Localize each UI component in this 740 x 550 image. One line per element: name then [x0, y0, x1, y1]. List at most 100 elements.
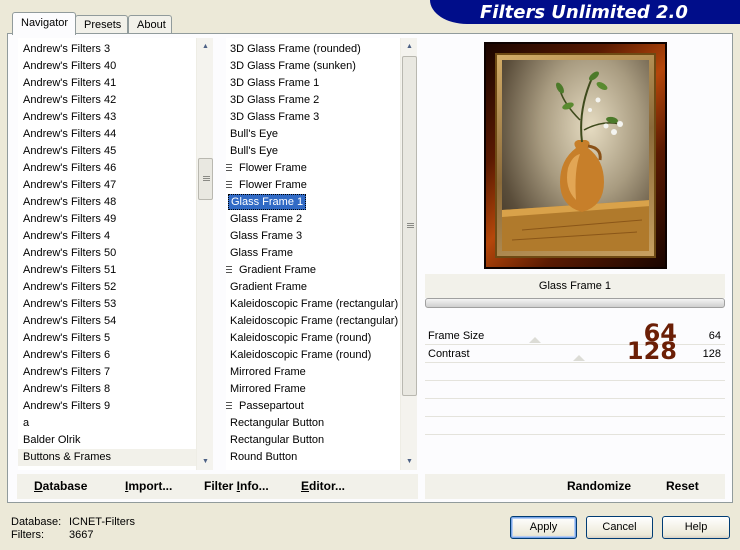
filter-item[interactable]: Gradient Frame: [226, 279, 400, 296]
preview-image: [484, 42, 667, 269]
param-value: 128: [702, 348, 721, 360]
category-item[interactable]: Andrew's Filters 47: [18, 177, 196, 194]
tab-navigator[interactable]: Navigator: [12, 12, 76, 35]
filter-list[interactable]: 3D Glass Frame (rounded) 3D Glass Frame (…: [226, 38, 417, 470]
category-item-label: Andrew's Filters 54: [23, 315, 117, 327]
category-item[interactable]: Andrew's Filters 52: [18, 279, 196, 296]
import-button[interactable]: Import...: [125, 479, 172, 493]
category-item[interactable]: Andrew's Filters 50: [18, 245, 196, 262]
filter-item[interactable]: 3D Glass Frame 2: [226, 92, 400, 109]
category-item[interactable]: Andrew's Filters 41: [18, 75, 196, 92]
filter-info-button[interactable]: Filter Info...: [204, 479, 269, 493]
filter-scrollbar[interactable]: ▲ ▼: [400, 38, 417, 470]
category-item[interactable]: Andrew's Filters 8: [18, 381, 196, 398]
param-row-contrast[interactable]: Contrast 128 128: [425, 339, 725, 363]
category-item[interactable]: Andrew's Filters 6: [18, 347, 196, 364]
filter-item-label: 3D Glass Frame 1: [230, 77, 320, 89]
category-item-label: Andrew's Filters 44: [23, 128, 117, 140]
category-item-label: Andrew's Filters 48: [23, 196, 117, 208]
category-item[interactable]: Andrew's Filters 42: [18, 92, 196, 109]
filter-item[interactable]: Glass Frame 2: [226, 211, 400, 228]
category-item[interactable]: Andrew's Filters 53: [18, 296, 196, 313]
app-title-banner: Filters Unlimited 2.0: [430, 0, 740, 24]
editor-button[interactable]: Editor...: [301, 479, 345, 493]
tab-presets[interactable]: Presets: [75, 15, 128, 34]
filter-item-label: 3D Glass Frame (sunken): [230, 60, 356, 72]
param-slider-thumb[interactable]: [572, 355, 585, 361]
category-item[interactable]: Andrew's Filters 43: [18, 109, 196, 126]
scroll-down-arrow-icon[interactable]: ▼: [197, 453, 213, 470]
apply-button[interactable]: Apply: [510, 516, 577, 539]
cancel-button[interactable]: Cancel: [586, 516, 653, 539]
filter-item[interactable]: Rectangular Button: [226, 415, 400, 432]
scroll-thumb[interactable]: [402, 56, 417, 396]
category-item[interactable]: Andrew's Filters 49: [18, 211, 196, 228]
preview-zoom-slider[interactable]: [425, 298, 725, 308]
category-scrollbar[interactable]: ▲ ▼: [196, 38, 213, 470]
filter-item[interactable]: Round Button: [226, 449, 400, 466]
database-button[interactable]: Database: [34, 479, 87, 493]
filter-item[interactable]: Mirrored Frame: [226, 381, 400, 398]
help-button[interactable]: Help: [662, 516, 730, 539]
reset-button[interactable]: Reset: [666, 479, 699, 493]
filter-item[interactable]: 3D Glass Frame 3: [226, 109, 400, 126]
category-item[interactable]: Buttons & Frames: [18, 449, 196, 466]
param-row-frame-size[interactable]: Frame Size 64 64: [425, 321, 725, 345]
filter-item-label: 3D Glass Frame (rounded): [230, 43, 361, 55]
category-item[interactable]: Balder Olrik: [18, 432, 196, 449]
param-row-empty: [425, 417, 725, 435]
filter-item[interactable]: Flower Frame: [226, 177, 400, 194]
filter-item[interactable]: Kaleidoscopic Frame (rectangular): [226, 313, 400, 330]
filter-item-label: Glass Frame 2: [230, 213, 303, 225]
filter-item[interactable]: 3D Glass Frame 1: [226, 75, 400, 92]
filter-item[interactable]: Passepartout: [226, 398, 400, 415]
filter-item[interactable]: Kaleidoscopic Frame (round): [226, 330, 400, 347]
randomize-button[interactable]: Randomize: [567, 479, 631, 493]
tab-about[interactable]: About: [128, 15, 172, 34]
filter-item[interactable]: Kaleidoscopic Frame (round): [226, 347, 400, 364]
scroll-down-arrow-icon[interactable]: ▼: [401, 453, 417, 470]
filter-item-label: Kaleidoscopic Frame (rectangular): [230, 298, 399, 310]
category-list[interactable]: Andrew's Filters 3 Andrew's Filters 40 And…: [18, 38, 213, 470]
has-settings-icon: [226, 181, 232, 190]
category-item[interactable]: Andrew's Filters 54: [18, 313, 196, 330]
param-name: Contrast: [428, 348, 470, 360]
category-item[interactable]: Andrew's Filters 44: [18, 126, 196, 143]
filter-item[interactable]: Flower Frame: [226, 160, 400, 177]
category-item[interactable]: a: [18, 415, 196, 432]
filter-item[interactable]: Glass Frame 3: [226, 228, 400, 245]
param-button-bar: Randomize Reset: [425, 474, 725, 499]
category-item-label: Andrew's Filters 45: [23, 145, 117, 157]
filter-item[interactable]: Glass Frame: [226, 245, 400, 262]
category-item[interactable]: Andrew's Filters 5: [18, 330, 196, 347]
filter-item[interactable]: Glass Frame 1: [226, 194, 400, 211]
param-name: Frame Size: [428, 330, 485, 342]
filter-item-label: 3D Glass Frame 3: [230, 111, 320, 123]
category-item[interactable]: Andrew's Filters 45: [18, 143, 196, 160]
scroll-thumb[interactable]: [198, 158, 213, 200]
has-settings-icon: [226, 266, 232, 275]
category-item[interactable]: Andrew's Filters 3: [18, 41, 196, 58]
category-item[interactable]: Andrew's Filters 4: [18, 228, 196, 245]
scroll-up-arrow-icon[interactable]: ▲: [401, 38, 417, 55]
category-item[interactable]: Andrew's Filters 46: [18, 160, 196, 177]
filter-item[interactable]: 3D Glass Frame (sunken): [226, 58, 400, 75]
category-item-label: Balder Olrik: [23, 434, 81, 446]
category-item-label: Andrew's Filters 47: [23, 179, 117, 191]
filter-item[interactable]: Rectangular Button: [226, 432, 400, 449]
category-item[interactable]: Andrew's Filters 9: [18, 398, 196, 415]
category-item[interactable]: Andrew's Filters 7: [18, 364, 196, 381]
param-slider-thumb[interactable]: [528, 337, 541, 343]
filter-item[interactable]: Kaleidoscopic Frame (rectangular): [226, 296, 400, 313]
category-item[interactable]: Andrew's Filters 40: [18, 58, 196, 75]
filter-item[interactable]: Bull's Eye: [226, 143, 400, 160]
filter-item[interactable]: Gradient Frame: [226, 262, 400, 279]
filter-item[interactable]: Mirrored Frame: [226, 364, 400, 381]
filter-item[interactable]: 3D Glass Frame (rounded): [226, 41, 400, 58]
filter-item[interactable]: Bull's Eye: [226, 126, 400, 143]
filter-item-label: Glass Frame 1: [228, 194, 307, 210]
scroll-up-arrow-icon[interactable]: ▲: [197, 38, 213, 55]
category-item[interactable]: Andrew's Filters 48: [18, 194, 196, 211]
category-item[interactable]: Andrew's Filters 51: [18, 262, 196, 279]
filter-item-label: Mirrored Frame: [230, 383, 306, 395]
